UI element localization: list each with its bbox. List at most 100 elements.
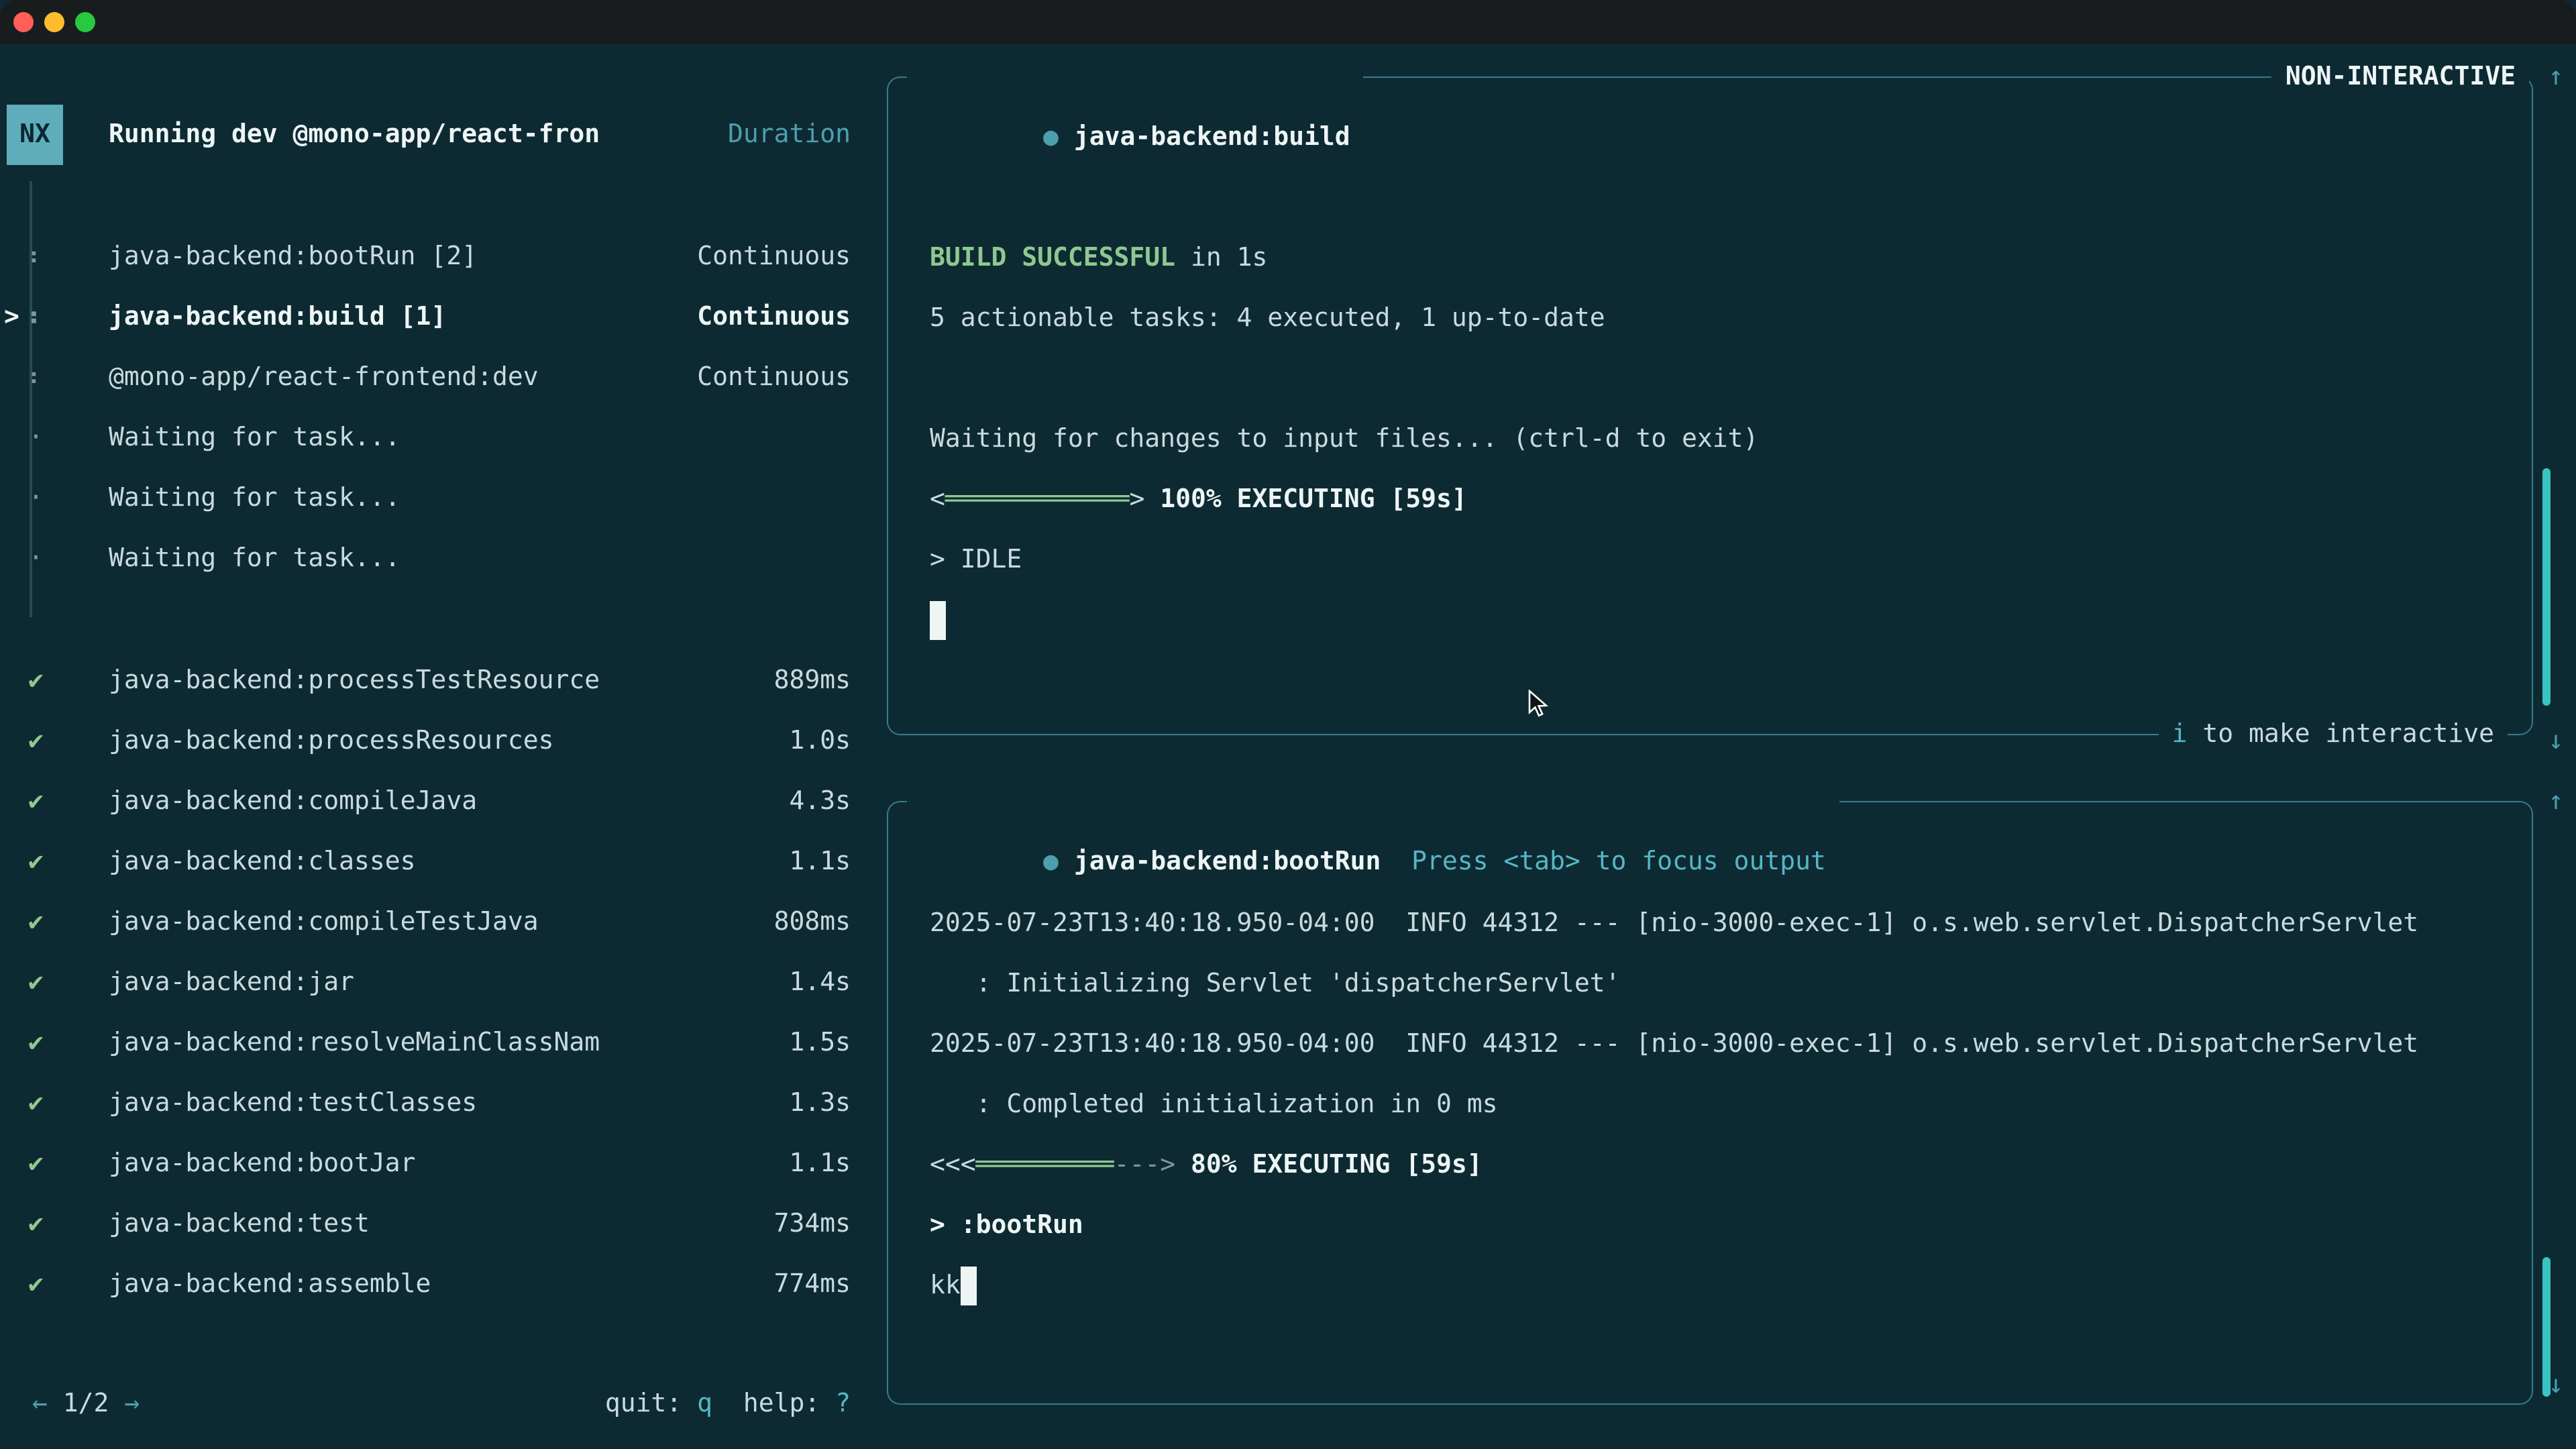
task-row[interactable]: ✔ java-backend:test 734ms [0,1194,887,1254]
task-label: java-backend:classes [109,832,416,892]
task-label: java-backend:processTestResource [109,651,600,711]
waiting-dot-icon: · [28,468,44,529]
log-line: 2025-07-23T13:40:18.950-04:00 INFO 44312… [930,1014,2524,1075]
waiting-dot-icon: · [28,408,44,468]
build-output-pane[interactable]: ●java-backend:build NON-INTERACTIVE BUIL… [887,76,2533,735]
terminal-cursor [930,601,946,640]
waiting-line: Waiting for changes to input files... (c… [930,409,2524,470]
task-duration: 1.3s [789,1073,851,1134]
terminal-window: NX Running dev @mono-app/react-fron Dura… [0,0,2576,1449]
tasks-summary-line: 5 actionable tasks: 4 executed, 1 up-to-… [930,288,2524,349]
zoom-button[interactable] [75,12,95,32]
task-row[interactable]: ✔ java-backend:bootJar 1.1s [0,1134,887,1194]
task-duration: 1.1s [789,1134,851,1194]
progress-bar: ═════════ [976,1150,1114,1179]
nx-logo: NX [7,105,63,165]
task-duration: 1.4s [789,953,851,1013]
prompt-line: > :bootRun [930,1195,2524,1256]
task-label: java-backend:compileJava [109,771,477,832]
idle-line: > IDLE [930,530,2524,590]
task-label: java-backend:build [1] [109,287,446,347]
task-row[interactable]: ✔ java-backend:compileJava 4.3s [0,771,887,832]
task-label: java-backend:bootJar [109,1134,416,1194]
task-row[interactable]: ✔ java-backend:processResources 1.0s [0,711,887,771]
duration-column-header: Duration [728,105,851,165]
task-row[interactable]: · Waiting for task... [0,529,887,589]
task-status-dot-icon: ● [1043,847,1059,876]
check-icon: ✔ [28,711,44,771]
spinner-icon: ⠆ [28,227,47,287]
scroll-down-icon: ↓ [2536,1355,2576,1415]
task-list-header: Running dev @mono-app/react-fron Duratio… [109,105,851,165]
focus-output-hint: Press <tab> to focus output [1411,847,1826,876]
task-label: Waiting for task... [109,529,400,589]
selection-caret-icon: > [4,287,19,347]
task-duration: 1.5s [789,1013,851,1073]
non-interactive-label: NON-INTERACTIVE [2272,47,2529,107]
task-label: Waiting for task... [109,408,400,468]
spinner-icon: ⠆ [28,347,47,408]
log-line: : Initializing Servlet 'dispatcherServle… [930,954,2524,1014]
task-label: java-backend:bootRun [2] [109,227,477,287]
quit-hint-label: quit: [605,1389,697,1418]
log-line: 2025-07-23T13:40:18.950-04:00 INFO 44312… [930,894,2524,954]
task-row-selected[interactable]: > ⠆ java-backend:build [1] Continuous [0,287,887,347]
task-label: java-backend:test [109,1194,370,1254]
minimize-button[interactable] [44,12,64,32]
task-row[interactable]: ✔ java-backend:classes 1.1s [0,832,887,892]
close-button[interactable] [13,12,34,32]
scroll-up-icon: ↑ [2536,771,2576,832]
input-line[interactable]: kk [930,1256,2524,1316]
task-row[interactable]: ✔ java-backend:testClasses 1.3s [0,1073,887,1134]
task-label: Waiting for task... [109,468,400,529]
task-row[interactable]: ✔ java-backend:processTestResource 889ms [0,651,887,711]
bootrun-output-content: 2025-07-23T13:40:18.950-04:00 INFO 44312… [930,894,2524,1316]
blank-line [930,349,2524,409]
task-duration: 734ms [774,1194,851,1254]
build-pane-scrollbar[interactable] [2542,468,2551,706]
task-label: java-backend:processResources [109,711,553,771]
bootrun-pane-scrollbar[interactable] [2542,1257,2551,1397]
task-row[interactable]: ✔ java-backend:jar 1.4s [0,953,887,1013]
task-label: java-backend:resolveMainClassNam [109,1013,600,1073]
help-key: ? [835,1389,851,1418]
task-label: @mono-app/react-frontend:dev [109,347,539,408]
window-titlebar [0,0,2576,44]
task-row[interactable]: ✔ java-backend:assemble 774ms [0,1254,887,1315]
task-duration: 1.1s [789,832,851,892]
build-successful-text: BUILD SUCCESSFUL [930,243,1175,272]
gradle-progress-line: <<<═════════---> 80% EXECUTING [59s] [930,1135,2524,1195]
task-row[interactable]: · Waiting for task... [0,468,887,529]
task-status: Continuous [697,287,851,347]
build-pane-title: ●java-backend:build [907,47,1364,228]
waiting-dot-icon: · [28,529,44,589]
progress-open: < [930,484,945,514]
interactive-hint-text: to make interactive [2187,719,2494,749]
prev-page-arrow[interactable]: ← [32,1389,48,1418]
task-row[interactable]: · Waiting for task... [0,408,887,468]
check-icon: ✔ [28,1134,44,1194]
task-row[interactable]: ✔ java-backend:compileTestJava 808ms [0,892,887,953]
task-row[interactable]: ⠆ @mono-app/react-frontend:dev Continuou… [0,347,887,408]
pane-title-text: java-backend:bootRun [1074,847,1381,876]
typed-input: kk [930,1271,961,1300]
completed-task-list: ✔ java-backend:processTestResource 889ms… [0,651,887,1315]
task-row[interactable]: ✔ java-backend:resolveMainClassNam 1.5s [0,1013,887,1073]
help-hint-label: help: [712,1389,835,1418]
progress-tail: ---> [1114,1150,1191,1179]
next-page-arrow[interactable]: → [124,1389,140,1418]
check-icon: ✔ [28,1194,44,1254]
progress-status: 80% EXECUTING [59s] [1191,1150,1483,1179]
task-duration: 1.0s [789,711,851,771]
task-status: Continuous [697,347,851,408]
check-icon: ✔ [28,651,44,711]
task-row[interactable]: ⠆ java-backend:bootRun [2] Continuous [0,227,887,287]
task-duration: 4.3s [789,771,851,832]
task-duration: 889ms [774,651,851,711]
bootrun-output-pane[interactable]: ● java-backend:bootRun Press <tab> to focu… [887,801,2533,1405]
task-label: java-backend:testClasses [109,1073,477,1134]
progress-status: 100% EXECUTING [59s] [1160,484,1467,514]
scroll-down-icon: ↓ [2536,711,2576,771]
task-list-title: Running dev @mono-app/react-fron [109,105,600,165]
build-result-line: BUILD SUCCESSFUL in 1s [930,228,2524,288]
